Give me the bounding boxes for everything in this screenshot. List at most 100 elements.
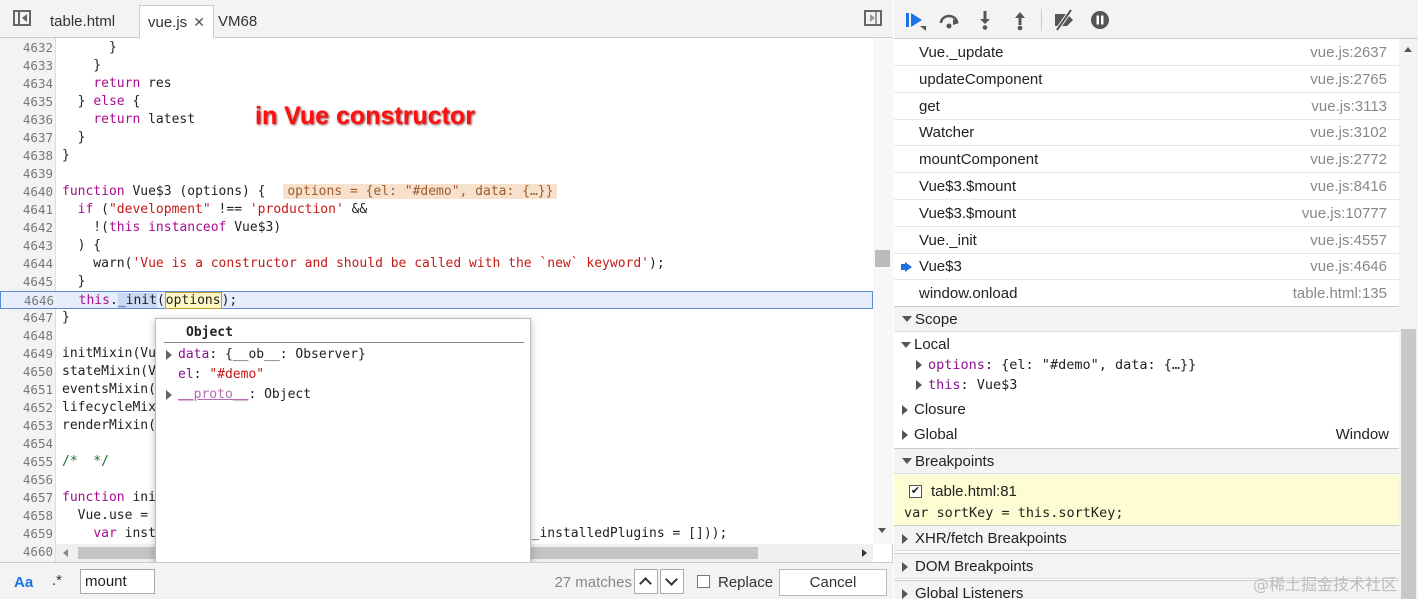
step-into-icon[interactable] [974, 9, 996, 31]
toggle-navigator-icon[interactable] [13, 10, 31, 26]
code-line[interactable]: 4637 } [0, 129, 873, 147]
frame-location[interactable]: vue.js:10777 [1302, 200, 1387, 227]
close-tab-icon[interactable]: ✕ [193, 14, 205, 30]
line-number[interactable]: 4655 [0, 453, 53, 471]
line-number[interactable]: 4654 [0, 435, 53, 453]
call-frame[interactable]: mountComponent vue.js:2772 [894, 146, 1399, 174]
tab-vm68[interactable]: VM68 [218, 5, 257, 38]
scope-var-options[interactable]: options: {el: "#demo", data: {…}} [894, 354, 1399, 376]
scroll-up-icon[interactable] [1404, 47, 1412, 52]
line-number[interactable]: 4636 [0, 111, 53, 129]
call-frame[interactable]: Vue$3 vue.js:4646 [894, 253, 1399, 281]
replace-checkbox[interactable] [697, 575, 710, 588]
popover-prop-el[interactable]: el: "#demo" [166, 366, 264, 384]
scope-global[interactable]: Global Window [894, 424, 1399, 446]
code-line[interactable]: 4645 } [0, 273, 873, 291]
chevron-right-icon[interactable] [166, 349, 172, 360]
line-number[interactable]: 4659 [0, 525, 53, 543]
line-number[interactable]: 4646 [1, 292, 54, 310]
popover-prop-proto[interactable]: __proto__: Object [166, 386, 311, 404]
scrollbar-thumb[interactable] [875, 250, 890, 267]
line-number[interactable]: 4647 [0, 309, 53, 327]
line-number[interactable]: 4651 [0, 381, 53, 399]
call-frame[interactable]: updateComponent vue.js:2765 [894, 66, 1399, 93]
line-number[interactable]: 4634 [0, 75, 53, 93]
line-number[interactable]: 4640 [0, 183, 53, 201]
pause-on-exceptions-icon[interactable] [1089, 9, 1111, 31]
frame-location[interactable]: vue.js:3102 [1310, 119, 1387, 146]
call-frame[interactable]: Vue$3.$mount vue.js:10777 [894, 200, 1399, 227]
breakpoints-section-header[interactable]: Breakpoints [894, 448, 1399, 474]
scrollbar-thumb[interactable] [1401, 329, 1416, 599]
frame-location[interactable]: vue.js:2772 [1310, 146, 1387, 173]
scope-var-this[interactable]: this: Vue$3 [894, 374, 1399, 396]
toggle-debugger-icon[interactable] [864, 10, 882, 26]
line-number[interactable]: 4653 [0, 417, 53, 435]
code-line[interactable]: 4646 this._init(options); [0, 291, 873, 309]
call-frame[interactable]: Watcher vue.js:3102 [894, 119, 1399, 147]
line-number[interactable]: 4643 [0, 237, 53, 255]
step-out-icon[interactable] [1009, 9, 1031, 31]
line-number[interactable]: 4639 [0, 165, 53, 183]
code-line[interactable]: 4633 } [0, 57, 873, 75]
search-input[interactable] [80, 569, 155, 594]
editor-vertical-scrollbar[interactable] [873, 38, 893, 544]
code-line[interactable]: 4638} [0, 147, 873, 165]
line-number[interactable]: 4657 [0, 489, 53, 507]
line-number[interactable]: 4635 [0, 93, 53, 111]
line-number[interactable]: 4650 [0, 363, 53, 381]
code-line[interactable]: 4643 ) { [0, 237, 873, 255]
line-number[interactable]: 4638 [0, 147, 53, 165]
code-line[interactable]: 4639 [0, 165, 873, 183]
line-number[interactable]: 4656 [0, 471, 53, 489]
line-number[interactable]: 4658 [0, 507, 53, 525]
line-number[interactable]: 4644 [0, 255, 53, 273]
chevron-right-icon[interactable] [166, 389, 172, 400]
line-number[interactable]: 4632 [0, 39, 53, 57]
line-number[interactable]: 4642 [0, 219, 53, 237]
next-match-button[interactable] [660, 569, 684, 594]
code-line[interactable]: 4642 !(this instanceof Vue$3) [0, 219, 873, 237]
tab-table-html[interactable]: table.html [50, 5, 115, 38]
code-line[interactable]: 4644 warn('Vue is a constructor and shou… [0, 255, 873, 273]
code-line[interactable]: 4641 if ("development" !== 'production' … [0, 201, 873, 219]
call-frame[interactable]: Vue._init vue.js:4557 [894, 227, 1399, 254]
scroll-down-icon[interactable] [878, 528, 886, 533]
previous-match-button[interactable] [634, 569, 658, 594]
line-number[interactable]: 4649 [0, 345, 53, 363]
frame-location[interactable]: vue.js:3113 [1311, 93, 1387, 120]
popover-prop-data[interactable]: data: {__ob__: Observer} [166, 346, 366, 364]
code-line[interactable]: 4640 function Vue$3 (options) { options =… [0, 183, 873, 201]
frame-location[interactable]: vue.js:4557 [1310, 227, 1387, 254]
call-frame[interactable]: get vue.js:3113 [894, 93, 1399, 120]
line-number[interactable]: 4641 [0, 201, 53, 219]
line-number[interactable]: 4633 [0, 57, 53, 75]
code-line[interactable]: 4632 } [0, 39, 873, 57]
regex-button[interactable]: .* [52, 572, 62, 589]
line-number[interactable]: 4652 [0, 399, 53, 417]
cancel-button[interactable]: Cancel [779, 569, 887, 596]
call-frame[interactable]: window.onload table.html:135 [894, 280, 1399, 308]
scroll-left-icon[interactable] [63, 549, 68, 557]
scroll-right-icon[interactable] [862, 549, 867, 557]
scope-section-header[interactable]: Scope [894, 306, 1399, 332]
frame-location[interactable]: vue.js:2637 [1310, 39, 1387, 66]
sidebar-scrollbar[interactable] [1399, 39, 1418, 599]
breakpoint-checkbox[interactable]: ✔ [909, 485, 922, 498]
frame-location[interactable]: vue.js:2765 [1310, 66, 1387, 93]
xhr-breakpoints-header[interactable]: XHR/fetch Breakpoints [894, 525, 1399, 551]
line-number[interactable]: 4648 [0, 327, 53, 345]
scope-local[interactable]: Local [894, 334, 1399, 356]
resume-icon[interactable] [904, 9, 926, 31]
frame-location[interactable]: table.html:135 [1293, 280, 1387, 307]
frame-location[interactable]: vue.js:4646 [1310, 253, 1387, 280]
call-frame[interactable]: Vue._update vue.js:2637 [894, 39, 1399, 66]
deactivate-breakpoints-icon[interactable] [1053, 9, 1075, 31]
step-over-icon[interactable] [938, 9, 960, 31]
code-line[interactable]: 4634 return res [0, 75, 873, 93]
match-case-button[interactable]: Aa [14, 574, 33, 591]
scope-closure[interactable]: Closure [894, 399, 1399, 421]
breakpoint-item[interactable]: ✔ table.html:81 var sortKey = this.sortK… [894, 475, 1399, 525]
line-number[interactable]: 4645 [0, 273, 53, 291]
tab-vue-js[interactable]: vue.js ✕ [139, 5, 214, 38]
